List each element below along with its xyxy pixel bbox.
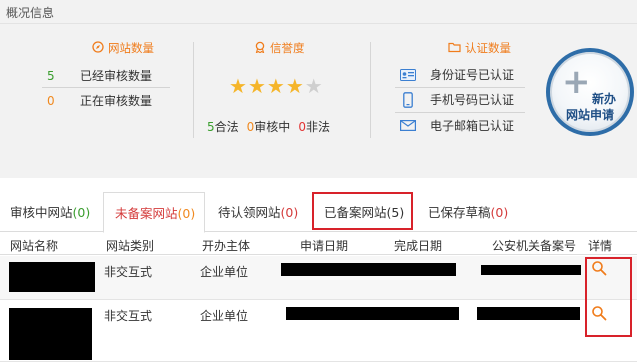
- star-filled-icon: ★: [285, 74, 304, 98]
- tab-under-review-count: (0): [72, 205, 91, 220]
- tab-unregistered-count: (0): [177, 206, 196, 221]
- site-owner-type: 企业单位: [200, 309, 249, 323]
- redacted-police-record-number: [481, 265, 581, 275]
- overview-panel: 概况信息 网站数量 5 已经审核数量 0 正在审核数量 信誉度 ★ ★ ★ ★ …: [0, 0, 637, 178]
- approved-count-row: 5 已经审核数量: [47, 67, 152, 84]
- email-cert-label: 电子邮箱已认证: [430, 119, 515, 133]
- tab-unregistered[interactable]: 未备案网站(0): [103, 192, 205, 233]
- tab-unregistered-label: 未备案网站: [115, 206, 178, 221]
- column-header: 网站类别: [106, 239, 155, 253]
- column-header: 完成日期: [394, 239, 443, 253]
- site-count-heading-label: 网站数量: [108, 41, 154, 55]
- highlight-box-details-column: [585, 257, 632, 337]
- credit-rating: ★ ★ ★ ★ ★: [229, 76, 323, 96]
- certification-heading: 认证数量: [448, 40, 511, 56]
- approved-count: 5: [47, 68, 55, 83]
- credit-heading: 信誉度: [254, 40, 305, 56]
- tab-saved-drafts-label: 已保存草稿: [428, 205, 491, 220]
- overview-title: 概况信息: [6, 6, 55, 20]
- column-header: 网站名称: [10, 239, 59, 253]
- id-card-cert-row: 身份证号已认证: [400, 66, 514, 83]
- tab-under-review[interactable]: 审核中网站(0): [10, 202, 90, 221]
- divider: [370, 42, 371, 138]
- reviewing-count-label: 正在审核数量: [80, 94, 153, 108]
- star-filled-icon: ★: [247, 74, 266, 98]
- approved-count-label: 已经审核数量: [80, 69, 153, 83]
- id-card-icon: [400, 68, 416, 81]
- new-site-label-line2: 网站申请: [566, 108, 615, 122]
- highlight-box-registered-tab: [312, 192, 413, 230]
- new-site-application-button[interactable]: + 新办 网站申请: [546, 48, 634, 136]
- illegal-count: 0: [298, 119, 306, 134]
- table-row: 非交互式 企业单位: [0, 301, 637, 362]
- tab-to-be-claimed-count: (0): [280, 205, 299, 220]
- star-filled-icon: ★: [266, 74, 285, 98]
- plus-icon: +: [562, 62, 591, 102]
- table-header: 网站名称 网站类别 开办主体 申请日期 完成日期 公安机关备案号 详情: [0, 233, 637, 255]
- star-filled-icon: ★: [229, 74, 247, 98]
- ribbon-icon: [254, 41, 266, 56]
- column-header: 开办主体: [202, 239, 251, 253]
- folder-icon: [448, 41, 461, 56]
- credit-summary: 5 合法 0 审核中 0 非法: [207, 118, 330, 135]
- tab-under-review-label: 审核中网站: [10, 205, 73, 220]
- redacted-police-record-number: [477, 307, 580, 320]
- tab-saved-drafts[interactable]: 已保存草稿(0): [428, 202, 508, 221]
- tab-to-be-claimed-label: 待认领网站: [218, 205, 281, 220]
- column-header: 详情: [588, 239, 613, 253]
- new-site-label-line1: 新办: [592, 92, 617, 106]
- tab-saved-drafts-count: (0): [490, 205, 509, 220]
- illegal-label: 非法: [305, 120, 330, 134]
- column-header: 公安机关备案号: [492, 239, 577, 253]
- redacted-site-name: [9, 308, 92, 360]
- column-header: 申请日期: [300, 239, 349, 253]
- table-row: 非交互式 企业单位: [0, 256, 637, 300]
- legal-count: 5: [207, 119, 215, 134]
- divider: [193, 42, 194, 138]
- site-category: 非交互式: [104, 265, 153, 279]
- id-card-cert-label: 身份证号已认证: [430, 68, 515, 82]
- mobile-cert-row: 手机号码已认证: [400, 91, 514, 108]
- credit-heading-label: 信誉度: [270, 41, 305, 55]
- envelope-icon: [400, 120, 416, 131]
- site-owner-type: 企业单位: [200, 265, 249, 279]
- reviewing-credit-count: 0: [246, 119, 255, 134]
- overview-header: 概况信息: [0, 0, 637, 24]
- compass-icon: [92, 40, 104, 56]
- tab-to-be-claimed[interactable]: 待认领网站(0): [218, 202, 298, 221]
- redacted-dates: [286, 307, 459, 320]
- email-cert-row: 电子邮箱已认证: [400, 117, 514, 134]
- mobile-cert-label: 手机号码已认证: [430, 93, 515, 107]
- reviewing-credit-label: 审核中: [254, 120, 291, 134]
- mobile-phone-icon: [400, 91, 416, 108]
- star-empty-icon: ★: [304, 74, 323, 98]
- site-category: 非交互式: [104, 309, 153, 323]
- site-count-heading: 网站数量: [92, 40, 154, 56]
- legal-label: 合法: [214, 120, 239, 134]
- redacted-site-name: [9, 262, 95, 292]
- reviewing-count: 0: [47, 93, 55, 108]
- redacted-dates: [281, 263, 456, 276]
- reviewing-count-row: 0 正在审核数量: [47, 92, 152, 109]
- certification-heading-label: 认证数量: [465, 41, 511, 55]
